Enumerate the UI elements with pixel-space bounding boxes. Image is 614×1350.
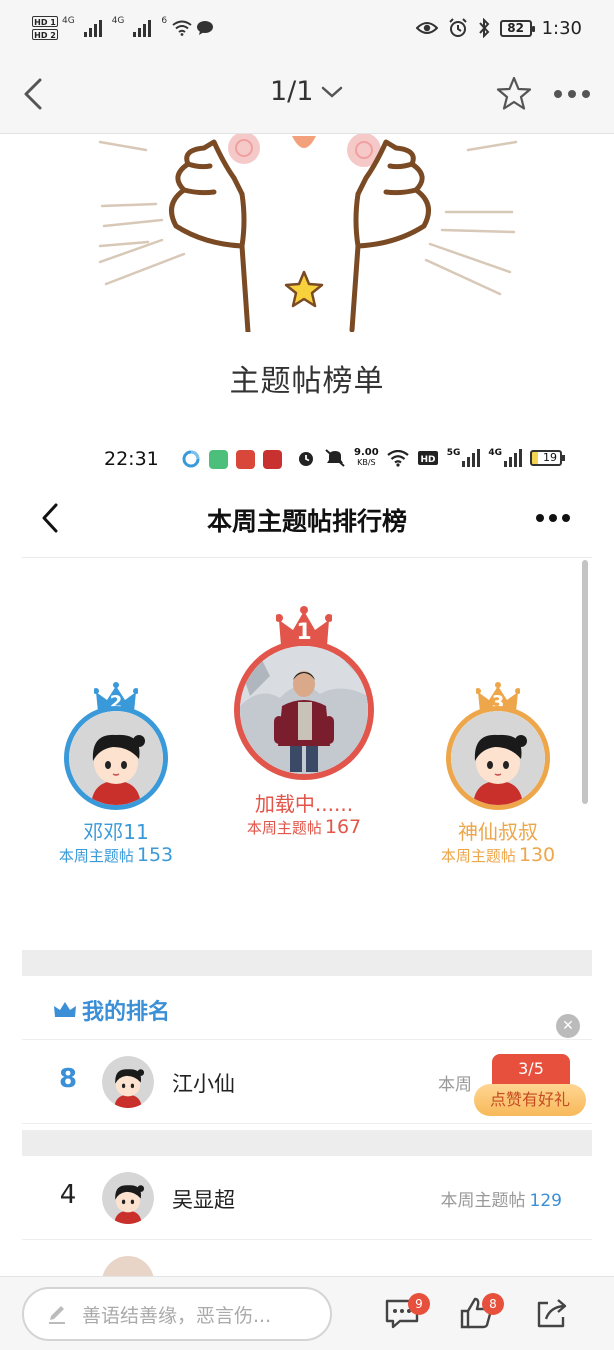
wifi-icon bbox=[387, 449, 409, 467]
rank-number: 8 bbox=[58, 1064, 78, 1094]
clock: 1:30 bbox=[541, 17, 582, 39]
red-app-icon-2 bbox=[262, 449, 282, 469]
bottom-bar: 善语结善缘，恶言伤... 9 8 bbox=[0, 1276, 614, 1350]
inner-net-b: 4G bbox=[488, 448, 502, 458]
status-bar: HD 1 HD 2 4G 4G 6 82 1:30 bbox=[0, 0, 614, 56]
green-app-icon bbox=[208, 449, 228, 469]
speed-unit: KB/S bbox=[357, 458, 376, 467]
bluetooth-icon bbox=[478, 18, 489, 38]
comment-placeholder: 善语结善缘，恶言伤... bbox=[82, 1304, 272, 1327]
podium-count: 本周主题帖 167 bbox=[194, 816, 414, 838]
inner-net-a: 5G bbox=[446, 448, 461, 458]
speed-value: 9.00 bbox=[354, 447, 379, 458]
count-label: 本周主题帖 bbox=[440, 1191, 526, 1211]
thumbs-up-sticker bbox=[98, 134, 518, 332]
hd-icon: HD bbox=[417, 451, 438, 465]
signal-icon bbox=[83, 19, 102, 37]
count-value: 130 bbox=[518, 844, 556, 866]
signal-icon-2 bbox=[504, 449, 522, 467]
battery-indicator: 82 bbox=[499, 19, 535, 37]
comment-badge: 9 bbox=[408, 1293, 430, 1315]
avatar bbox=[446, 706, 550, 810]
inner-status-icons: 9.00 KB/S HD 5G 4G 19 bbox=[296, 448, 565, 468]
alarm-icon bbox=[299, 452, 313, 466]
podium-count: 本周主题帖 130 bbox=[388, 844, 608, 866]
comment-input[interactable]: 善语结善缘，恶言伤... bbox=[22, 1287, 332, 1341]
user-name: 江小仙 bbox=[172, 1072, 235, 1096]
eye-icon bbox=[415, 22, 438, 34]
favorite-star-icon[interactable] bbox=[494, 74, 534, 114]
hd-indicator: HD 1 HD 2 bbox=[32, 16, 58, 40]
hd2-label: HD 2 bbox=[32, 29, 58, 40]
alarm-icon bbox=[448, 18, 467, 37]
avatar bbox=[102, 1172, 154, 1224]
browser-app-icon bbox=[182, 450, 200, 468]
avatar bbox=[64, 706, 168, 810]
count-label: 本周主题帖 bbox=[440, 847, 516, 865]
share-icon[interactable] bbox=[532, 1293, 572, 1333]
pencil-icon bbox=[49, 1306, 65, 1324]
hd1-label: HD 1 bbox=[32, 16, 58, 27]
inner-clock: 22:31 bbox=[104, 448, 159, 470]
red-app-icon bbox=[235, 449, 255, 469]
user-name: 吴显超 bbox=[172, 1188, 235, 1212]
count-value: 153 bbox=[136, 844, 174, 866]
net1-label: 4G bbox=[62, 16, 75, 26]
podium-name: 神仙叔叔 bbox=[458, 820, 538, 844]
wifi-icon bbox=[172, 20, 192, 36]
count-value: 129 bbox=[529, 1191, 562, 1211]
post-count: 本周主题帖 129 bbox=[441, 1186, 562, 1211]
signal-icon bbox=[462, 449, 481, 467]
like-gift-promo[interactable]: 3/5 点赞有好礼 bbox=[474, 1054, 586, 1118]
post-title: 主题帖榜单 bbox=[229, 364, 385, 399]
rank-number: 4 bbox=[59, 1180, 77, 1210]
podium-name: 加载中...... bbox=[254, 792, 354, 816]
my-rank-header: 我的排名 bbox=[22, 976, 592, 1040]
close-icon[interactable]: ✕ bbox=[556, 1014, 580, 1038]
like-badge: 8 bbox=[482, 1293, 504, 1315]
section-divider bbox=[22, 1130, 592, 1156]
count-label: 本周主题帖 bbox=[58, 847, 134, 865]
section-divider bbox=[22, 950, 592, 976]
podium-name: 邓邓11 bbox=[83, 820, 149, 844]
inner-battery: 19 bbox=[530, 450, 565, 466]
more-options-icon[interactable] bbox=[536, 514, 570, 522]
promo-progress: 3/5 bbox=[492, 1054, 570, 1086]
mute-icon bbox=[325, 449, 345, 467]
signal-icon-2 bbox=[133, 19, 152, 37]
ranking-header: 本周主题帖排行榜 bbox=[22, 478, 592, 558]
count-label: 本周主题帖 bbox=[246, 819, 322, 837]
count-value: 167 bbox=[324, 816, 362, 838]
scrollbar[interactable] bbox=[582, 560, 588, 804]
ranking-row[interactable]: 4 吴显超 本周主题帖 129 bbox=[22, 1156, 592, 1240]
ranking-title: 本周主题帖排行榜 bbox=[206, 507, 407, 536]
my-rank-heading: 我的排名 bbox=[82, 1000, 171, 1025]
podium-count: 本周主题帖 153 bbox=[6, 844, 226, 866]
page-selector[interactable]: 1/1 bbox=[270, 76, 343, 107]
count-label: 本周 bbox=[438, 1075, 472, 1095]
avatar bbox=[102, 1056, 154, 1108]
net2-label: 4G bbox=[111, 16, 125, 26]
svg-text:HD: HD bbox=[420, 455, 435, 465]
net3-label: 6 bbox=[161, 16, 168, 26]
chat-bubble-icon bbox=[197, 21, 214, 35]
top-nav: 1/1 bbox=[0, 56, 614, 134]
crown-icon bbox=[54, 1002, 76, 1017]
page-indicator: 1/1 bbox=[270, 76, 314, 107]
chevron-down-icon bbox=[322, 86, 343, 98]
avatar-photo bbox=[234, 640, 374, 780]
back-arrow-icon[interactable] bbox=[14, 74, 54, 114]
promo-label: 点赞有好礼 bbox=[474, 1084, 586, 1116]
my-rank-title: 我的排名 bbox=[52, 994, 170, 1026]
more-options-icon[interactable] bbox=[554, 82, 598, 106]
network-speed: 9.00 KB/S bbox=[354, 448, 379, 468]
